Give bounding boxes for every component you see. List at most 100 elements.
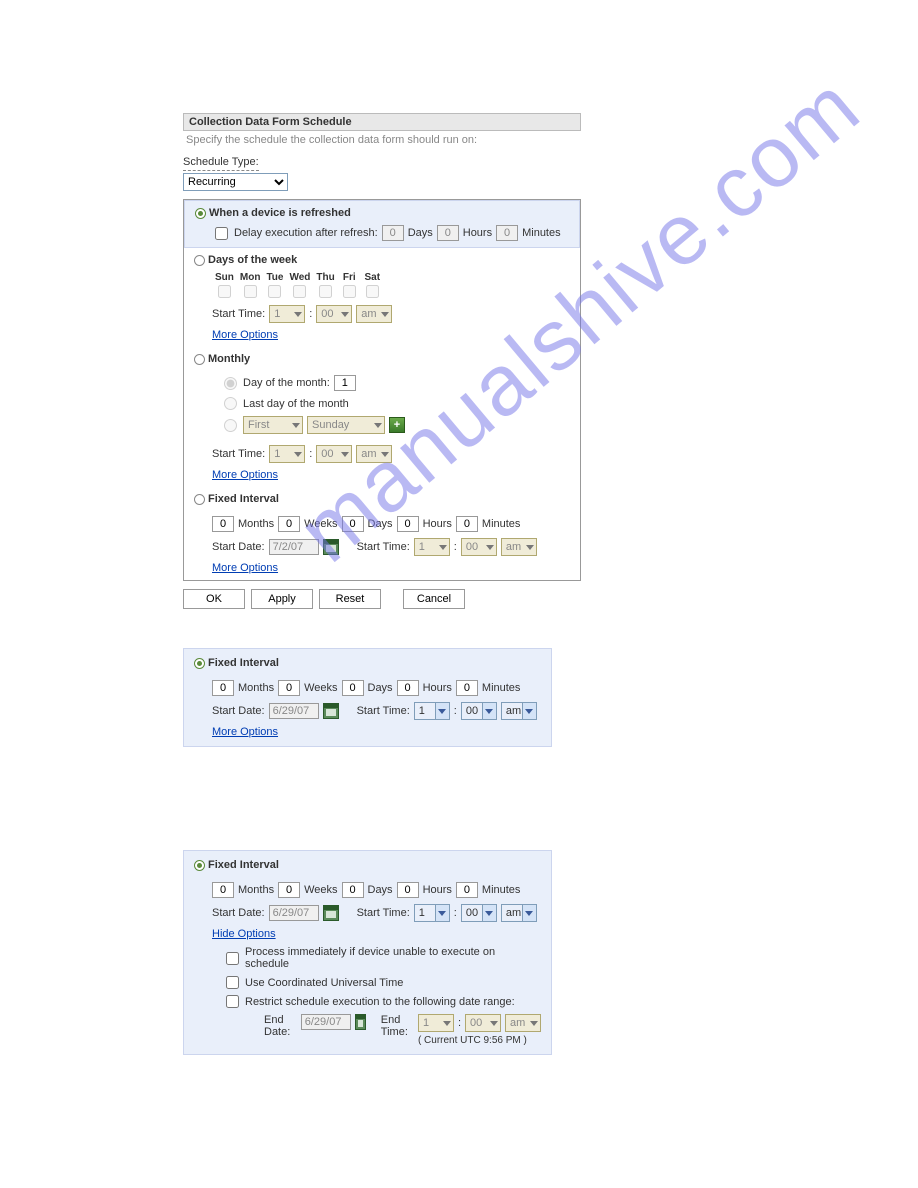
p3-minute-select[interactable]: 00: [461, 904, 497, 922]
schedule-type-label: Schedule Type:: [183, 154, 259, 171]
p2-ampm-select[interactable]: am: [501, 702, 537, 720]
monthly-weekday-select[interactable]: Sunday: [307, 416, 385, 434]
delay-minutes-label: Minutes: [522, 227, 561, 239]
apply-button[interactable]: Apply: [251, 589, 313, 609]
p2-start-time-label: Start Time:: [357, 705, 410, 717]
fi-days-input[interactable]: [342, 516, 364, 532]
p3-opt1-label: Process immediately if device unable to …: [245, 946, 541, 970]
calendar-icon[interactable]: [323, 539, 339, 555]
p2-weeks-input[interactable]: [278, 680, 300, 696]
p3-minutes-input[interactable]: [456, 882, 478, 898]
p2-months-label: Months: [238, 682, 274, 694]
p3-end-hour-select[interactable]: 1: [418, 1014, 454, 1032]
dialog-description: Specify the schedule the collection data…: [183, 131, 581, 154]
calendar-icon[interactable]: [323, 703, 339, 719]
p3-restrict-range-check[interactable]: [226, 995, 239, 1008]
ok-button[interactable]: OK: [183, 589, 245, 609]
p2-more-options-link[interactable]: More Options: [212, 726, 278, 738]
radio-monthly-label: Monthly: [208, 353, 250, 365]
p2-hours-label: Hours: [423, 682, 452, 694]
fixed-interval-panel-expanded: Fixed Interval Months Weeks Days Hours M…: [183, 850, 552, 1055]
fi-months-input[interactable]: [212, 516, 234, 532]
p3-start-date-input[interactable]: [269, 905, 319, 921]
p2-start-date-input[interactable]: [269, 703, 319, 719]
cancel-button[interactable]: Cancel: [403, 589, 465, 609]
radio-fixed[interactable]: [194, 494, 205, 505]
p3-hour-select[interactable]: 1: [414, 904, 450, 922]
fi-more-options-link[interactable]: More Options: [212, 562, 278, 574]
delay-checkbox[interactable]: [215, 227, 228, 240]
fixed-interval-panel-collapsed: Fixed Interval Months Weeks Days Hours M…: [183, 648, 552, 747]
schedule-type-select[interactable]: Recurring: [183, 173, 288, 191]
weekly-minute-select[interactable]: 00: [316, 305, 352, 323]
p3-hide-options-link[interactable]: Hide Options: [212, 928, 276, 940]
weekly-more-options-link[interactable]: More Options: [212, 329, 278, 341]
fi-ampm-select[interactable]: am: [501, 538, 537, 556]
radio-refreshed[interactable]: [195, 208, 206, 219]
option-device-refreshed: When a device is refreshed Delay executi…: [184, 200, 580, 248]
p3-hours-input[interactable]: [397, 882, 419, 898]
p3-weeks-input[interactable]: [278, 882, 300, 898]
monthly-ordinal-select[interactable]: First: [243, 416, 303, 434]
delay-days-input[interactable]: [382, 225, 404, 241]
day-thu: Thu: [313, 271, 337, 284]
radio-monthly[interactable]: [194, 354, 205, 365]
radio-day-of-month[interactable]: [224, 377, 237, 390]
day-of-month-input[interactable]: [334, 375, 356, 391]
fi-start-date-input[interactable]: [269, 539, 319, 555]
day-wed: Wed: [286, 271, 313, 284]
weekly-hour-select[interactable]: 1: [269, 305, 305, 323]
radio-fixed-label-2: Fixed Interval: [208, 657, 279, 669]
check-tue[interactable]: [268, 285, 281, 298]
monthly-hour-select[interactable]: 1: [269, 445, 305, 463]
check-fri[interactable]: [343, 285, 356, 298]
check-sat[interactable]: [366, 285, 379, 298]
delay-hours-input[interactable]: [437, 225, 459, 241]
p3-process-immediately-check[interactable]: [226, 952, 239, 965]
p2-months-input[interactable]: [212, 680, 234, 696]
radio-fixed-label: Fixed Interval: [208, 493, 279, 505]
monthly-minute-select[interactable]: 00: [316, 445, 352, 463]
p3-end-date-input[interactable]: [301, 1014, 351, 1030]
p3-ampm-select[interactable]: am: [501, 904, 537, 922]
p2-start-date-label: Start Date:: [212, 705, 265, 717]
p2-minute-select[interactable]: 00: [461, 702, 497, 720]
p3-end-minute-select[interactable]: 00: [465, 1014, 501, 1032]
monthly-ampm-select[interactable]: am: [356, 445, 392, 463]
p2-hours-input[interactable]: [397, 680, 419, 696]
radio-fixed-3[interactable]: [194, 860, 205, 871]
fi-minutes-input[interactable]: [456, 516, 478, 532]
radio-ordinal-day[interactable]: [224, 419, 237, 432]
check-sun[interactable]: [218, 285, 231, 298]
delay-minutes-input[interactable]: [496, 225, 518, 241]
p3-start-time-label: Start Time:: [357, 907, 410, 919]
fi-minute-select[interactable]: 00: [461, 538, 497, 556]
schedule-options-panel: When a device is refreshed Delay executi…: [183, 199, 581, 581]
fi-hours-input[interactable]: [397, 516, 419, 532]
check-mon[interactable]: [244, 285, 257, 298]
calendar-icon[interactable]: [323, 905, 339, 921]
radio-fixed-2[interactable]: [194, 658, 205, 669]
radio-last-day[interactable]: [224, 397, 237, 410]
add-icon[interactable]: +: [389, 417, 405, 433]
calendar-icon[interactable]: [355, 1014, 366, 1030]
p3-days-input[interactable]: [342, 882, 364, 898]
day-fri: Fri: [338, 271, 361, 284]
monthly-more-options-link[interactable]: More Options: [212, 469, 278, 481]
fi-hour-select[interactable]: 1: [414, 538, 450, 556]
p3-use-utc-check[interactable]: [226, 976, 239, 989]
p3-months-input[interactable]: [212, 882, 234, 898]
weekly-ampm-select[interactable]: am: [356, 305, 392, 323]
p2-minutes-input[interactable]: [456, 680, 478, 696]
fi-weeks-input[interactable]: [278, 516, 300, 532]
fi-hours-label: Hours: [423, 518, 452, 530]
radio-weekly[interactable]: [194, 255, 205, 266]
p2-days-input[interactable]: [342, 680, 364, 696]
option-fixed-interval: Fixed Interval Months Weeks Days Hours M…: [184, 487, 580, 580]
reset-button[interactable]: Reset: [319, 589, 381, 609]
p3-end-ampm-select[interactable]: am: [505, 1014, 541, 1032]
check-wed[interactable]: [293, 285, 306, 298]
p2-hour-select[interactable]: 1: [414, 702, 450, 720]
delay-label: Delay execution after refresh:: [234, 227, 378, 239]
check-thu[interactable]: [319, 285, 332, 298]
